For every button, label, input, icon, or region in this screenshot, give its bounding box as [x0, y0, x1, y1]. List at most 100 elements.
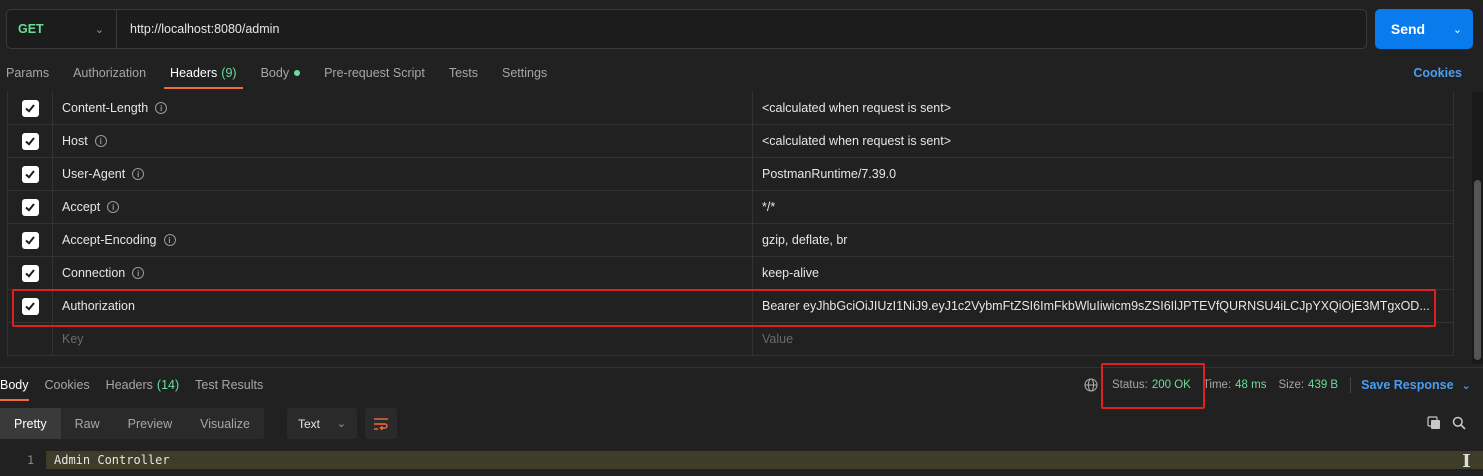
method-select[interactable]: GET ⌄	[7, 10, 117, 48]
format-preview-button[interactable]: Preview	[114, 408, 186, 439]
time-value: 48 ms	[1235, 379, 1267, 391]
header-key-cell[interactable]: Host i	[53, 125, 753, 157]
header-key-cell[interactable]: Accept-Encoding i	[53, 224, 753, 256]
header-key-cell[interactable]: User-Agent i	[53, 158, 753, 190]
header-enabled-checkbox[interactable]	[21, 231, 39, 249]
header-value: <calculated when request is sent>	[762, 134, 952, 148]
url-input[interactable]: http://localhost:8080/admin	[117, 22, 279, 36]
status-readout[interactable]: Status: 200 OK	[1112, 379, 1191, 391]
format-raw-button[interactable]: Raw	[61, 408, 114, 439]
tab-label: Cookies	[44, 378, 90, 392]
method-label: GET	[18, 22, 44, 36]
table-row: Accept-Encoding i gzip, deflate, br	[7, 224, 1454, 257]
size-readout[interactable]: Size: 439 B	[1278, 379, 1338, 391]
header-key-cell[interactable]: Accept i	[53, 191, 753, 223]
info-icon[interactable]: i	[155, 102, 168, 114]
header-key: Content-Length	[62, 101, 149, 115]
size-value: 439 B	[1308, 379, 1339, 391]
check-icon	[25, 236, 35, 245]
header-value: keep-alive	[762, 266, 819, 280]
header-value-cell[interactable]: gzip, deflate, br	[753, 224, 1453, 256]
value-placeholder: Value	[762, 332, 794, 346]
tab-params[interactable]: Params	[0, 58, 49, 88]
time-readout[interactable]: Time: 48 ms	[1203, 379, 1267, 391]
check-icon	[25, 302, 35, 311]
header-key: Authorization	[62, 299, 135, 313]
header-enabled-checkbox[interactable]	[21, 198, 39, 216]
header-value-cell[interactable]: Bearer eyJhbGciOiJIUzI1NiJ9.eyJ1c2VybmFt…	[753, 290, 1453, 322]
info-icon[interactable]: i	[94, 135, 107, 147]
header-value-cell[interactable]: <calculated when request is sent>	[753, 92, 1453, 124]
line-number: 1	[27, 453, 34, 467]
tab-response-headers[interactable]: Headers (14)	[106, 370, 179, 400]
header-value-cell[interactable]: PostmanRuntime/7.39.0	[753, 158, 1453, 190]
header-value: */*	[762, 200, 776, 214]
format-pretty-button[interactable]: Pretty	[0, 408, 61, 439]
response-meta: Status: 200 OK Time: 48 ms Size: 439 B Save…	[1084, 377, 1471, 393]
header-key-cell[interactable]: Connection i	[53, 257, 753, 289]
tab-label: Params	[6, 66, 50, 80]
table-row: Accept i */*	[7, 191, 1454, 224]
header-value: PostmanRuntime/7.39.0	[762, 167, 897, 181]
chevron-down-icon: ⌄	[1461, 379, 1471, 392]
tab-tests[interactable]: Tests	[443, 58, 478, 88]
header-key-cell[interactable]: Content-Length i	[53, 92, 753, 124]
check-icon	[25, 269, 35, 278]
send-label: Send	[1390, 21, 1426, 37]
code-line: 1 Admin Controller	[0, 451, 1483, 469]
tab-label: Headers	[170, 66, 218, 80]
save-response-button[interactable]: Save Response ⌄	[1361, 378, 1471, 392]
info-icon[interactable]: i	[132, 267, 145, 279]
chevron-down-icon: ⌄	[94, 23, 104, 36]
tab-label: Body	[260, 66, 290, 80]
body-type-label: Text	[298, 416, 321, 431]
request-tabs: Params Authorization Headers (9) Body Pre…	[0, 58, 565, 90]
format-visualize-button[interactable]: Visualize	[186, 408, 264, 439]
new-key-input[interactable]: Key	[53, 323, 753, 355]
new-value-input[interactable]: Value	[753, 323, 1453, 355]
header-enabled-checkbox[interactable]	[21, 297, 39, 315]
header-key-cell[interactable]: Authorization	[53, 290, 753, 322]
copy-icon[interactable]	[1427, 416, 1441, 430]
text-cursor-icon: Ⅰ	[1462, 450, 1471, 472]
info-icon[interactable]: i	[132, 168, 145, 180]
header-value-cell[interactable]: <calculated when request is sent>	[753, 125, 1453, 157]
info-icon[interactable]: i	[163, 234, 176, 246]
tab-authorization[interactable]: Authorization	[67, 58, 146, 88]
tab-settings[interactable]: Settings	[496, 58, 547, 88]
header-enabled-checkbox[interactable]	[21, 165, 39, 183]
body-type-select[interactable]: Text ⌄	[287, 408, 357, 439]
check-icon	[25, 203, 35, 212]
header-enabled-checkbox[interactable]	[21, 99, 39, 117]
header-key: User-Agent	[62, 167, 126, 181]
tab-headers[interactable]: Headers (9)	[164, 58, 243, 89]
tab-label: Body	[0, 378, 29, 392]
tab-pre-request-script[interactable]: Pre-request Script	[318, 58, 425, 88]
scrollbar-thumb[interactable]	[1474, 180, 1481, 360]
tab-response-cookies[interactable]: Cookies	[45, 370, 90, 400]
send-options-chevron-icon[interactable]: ⌄	[1441, 9, 1473, 49]
header-value-cell[interactable]: */*	[753, 191, 1453, 223]
size-label: Size:	[1278, 379, 1305, 391]
header-enabled-checkbox[interactable]	[21, 264, 39, 282]
send-button[interactable]: Send ⌄	[1375, 9, 1473, 49]
header-enabled-checkbox[interactable]	[21, 132, 39, 150]
wrap-lines-button[interactable]	[365, 408, 397, 439]
search-icon[interactable]	[1452, 416, 1466, 430]
headers-count: (9)	[221, 66, 237, 80]
info-icon[interactable]: i	[107, 201, 120, 213]
empty-check-cell	[8, 323, 53, 355]
tab-test-results[interactable]: Test Results	[195, 370, 263, 400]
tab-label: Tests	[448, 66, 478, 80]
wrap-lines-icon	[374, 417, 388, 430]
tab-body[interactable]: Body	[255, 58, 301, 88]
globe-icon[interactable]	[1084, 378, 1098, 392]
tab-label: Authorization	[73, 66, 147, 80]
pane-divider[interactable]	[0, 367, 1483, 368]
response-body-text[interactable]: Admin Controller	[46, 451, 1483, 469]
cookies-link[interactable]: Cookies	[1413, 66, 1462, 80]
chevron-down-icon: ⌄	[336, 418, 346, 430]
tab-response-body[interactable]: Body	[0, 370, 29, 401]
url-bar: GET ⌄ http://localhost:8080/admin	[6, 9, 1367, 49]
header-value-cell[interactable]: keep-alive	[753, 257, 1453, 289]
